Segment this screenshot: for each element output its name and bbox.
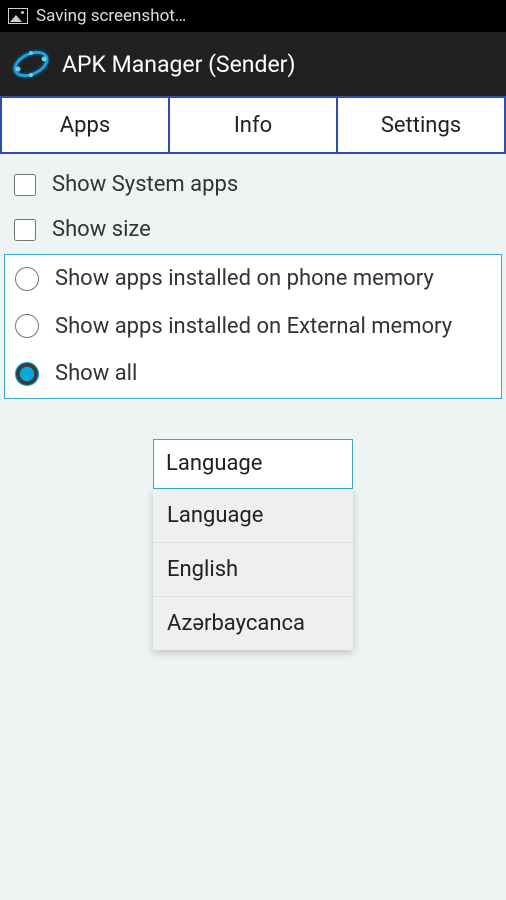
app-bar: APK Manager (Sender)	[0, 32, 506, 96]
language-select[interactable]: Language	[153, 439, 353, 489]
tabs: Apps Info Settings	[0, 96, 506, 154]
radio-row-external-memory[interactable]: Show apps installed on External memory	[5, 303, 501, 351]
tab-apps[interactable]: Apps	[0, 96, 170, 154]
checkbox-show-system[interactable]	[14, 174, 36, 196]
language-wrap: Language Language English Azərbaycanca	[0, 439, 506, 489]
image-icon	[8, 8, 28, 24]
radio-label: Show all	[55, 360, 137, 388]
radio-row-phone-memory[interactable]: Show apps installed on phone memory	[5, 255, 501, 303]
language-option[interactable]: English	[153, 543, 353, 597]
checkbox-row-show-size[interactable]: Show size	[0, 207, 506, 252]
checkbox-label: Show System apps	[52, 172, 238, 197]
settings-area: Show System apps Show size Show apps ins…	[0, 154, 506, 489]
checkbox-row-show-system[interactable]: Show System apps	[0, 162, 506, 207]
language-dropdown: Language English Azərbaycanca	[153, 489, 353, 650]
checkbox-label: Show size	[52, 217, 151, 242]
app-title: APK Manager (Sender)	[62, 51, 295, 78]
radio-label: Show apps installed on phone memory	[55, 265, 434, 293]
status-bar: Saving screenshot…	[0, 0, 506, 32]
tab-info[interactable]: Info	[170, 96, 338, 154]
status-text: Saving screenshot…	[36, 6, 186, 26]
radio-phone-memory[interactable]	[15, 267, 39, 291]
language-option[interactable]: Azərbaycanca	[153, 597, 353, 650]
checkbox-show-size[interactable]	[14, 219, 36, 241]
radio-show-all[interactable]	[15, 362, 39, 386]
radio-external-memory[interactable]	[15, 314, 39, 338]
tab-settings[interactable]: Settings	[338, 96, 506, 154]
radio-row-show-all[interactable]: Show all	[5, 350, 501, 398]
app-icon	[10, 43, 52, 85]
radio-label: Show apps installed on External memory	[55, 313, 452, 341]
language-option[interactable]: Language	[153, 489, 353, 543]
radio-group-location: Show apps installed on phone memory Show…	[4, 254, 502, 399]
language-selected: Language	[166, 451, 262, 476]
